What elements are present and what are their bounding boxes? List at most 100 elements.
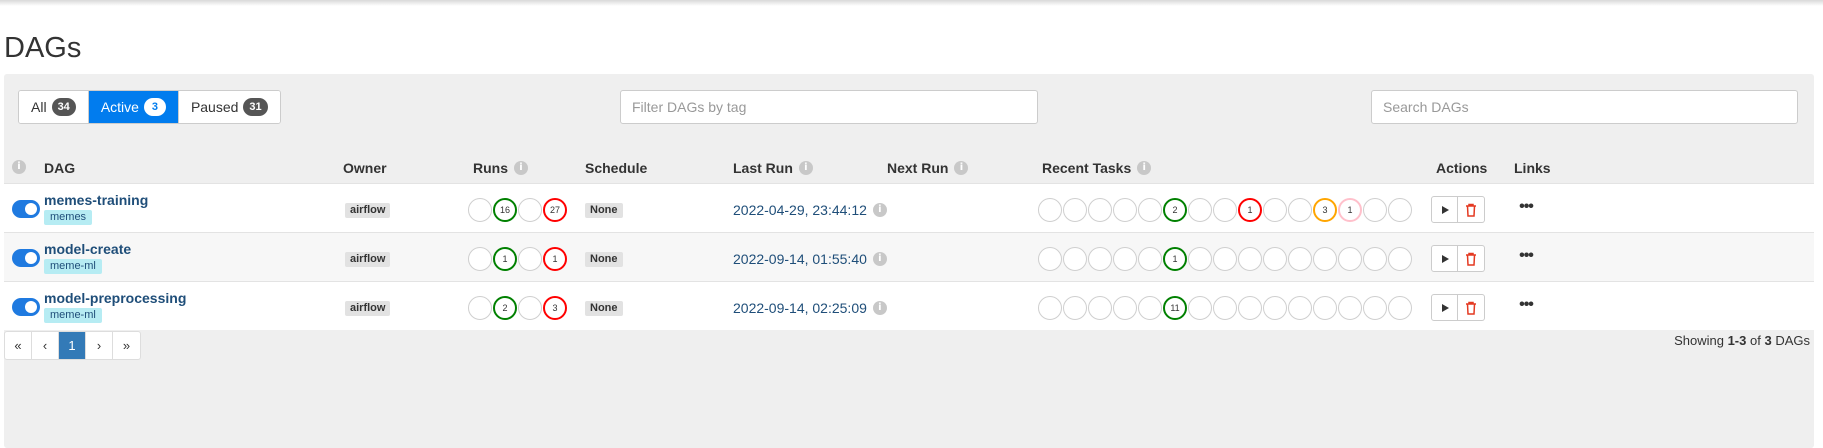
recent-tasks-status-circle[interactable] [1113, 247, 1137, 271]
recent-tasks-status-circle[interactable] [1388, 296, 1412, 320]
recent-tasks-status-circle[interactable] [1038, 247, 1062, 271]
play-icon [1441, 205, 1449, 214]
owner-badge[interactable]: airflow [345, 252, 391, 267]
recent-tasks-status-circle[interactable] [1038, 198, 1062, 222]
pause-toggle[interactable] [12, 200, 40, 218]
recent-tasks-status-circle[interactable] [1213, 198, 1237, 222]
table-row: memes-training memes airflow 16 27 None 2022-0… [4, 183, 1814, 232]
dag-link[interactable]: model-preprocessing [44, 290, 186, 306]
runs-status-circle[interactable]: 3 [543, 296, 567, 320]
recent-tasks-status-circle[interactable] [1138, 296, 1162, 320]
runs-status-circle[interactable] [468, 198, 492, 222]
more-icon[interactable]: ••• [1512, 296, 1540, 318]
recent-tasks-status-circle[interactable]: 2 [1163, 198, 1187, 222]
owner-badge[interactable]: airflow [345, 301, 391, 316]
more-icon[interactable]: ••• [1512, 247, 1540, 269]
recent-tasks-status-circle[interactable] [1263, 296, 1287, 320]
filter-all-button[interactable]: All 34 [19, 91, 89, 123]
recent-tasks-status-circle[interactable] [1238, 296, 1262, 320]
dag-tag[interactable]: meme-ml [44, 308, 102, 323]
trigger-dag-button[interactable] [1431, 196, 1458, 223]
runs-status-circle[interactable]: 1 [543, 247, 567, 271]
recent-tasks-status-circle[interactable] [1313, 296, 1337, 320]
runs-status-circle[interactable] [518, 247, 542, 271]
pause-toggle[interactable] [12, 298, 40, 316]
recent-tasks-status-circle[interactable] [1263, 247, 1287, 271]
header-dag[interactable]: DAG [44, 160, 75, 176]
recent-tasks-status-circle[interactable]: 3 [1313, 198, 1337, 222]
last-run-link[interactable]: 2022-09-14, 02:25:09 i [733, 300, 887, 316]
runs-status-circle[interactable] [468, 247, 492, 271]
filter-paused-button[interactable]: Paused 31 [178, 91, 280, 123]
runs-status-circle[interactable] [468, 296, 492, 320]
last-run-link[interactable]: 2022-04-29, 23:44:12 i [733, 202, 887, 218]
owner-badge[interactable]: airflow [345, 203, 391, 218]
page-next-button[interactable]: › [86, 332, 113, 359]
recent-tasks-status-circle[interactable] [1088, 198, 1112, 222]
recent-tasks-status-circle[interactable] [1288, 247, 1312, 271]
dag-tag[interactable]: memes [44, 210, 93, 225]
pause-toggle[interactable] [12, 249, 40, 267]
page-prev-button[interactable]: ‹ [32, 332, 59, 359]
search-dags-input[interactable] [1371, 90, 1798, 124]
trigger-dag-button[interactable] [1431, 294, 1458, 321]
recent-tasks-status-circle[interactable] [1188, 198, 1212, 222]
dag-link[interactable]: memes-training [44, 192, 148, 208]
recent-tasks-status-circle[interactable] [1388, 198, 1412, 222]
recent-tasks-status-circle[interactable] [1288, 198, 1312, 222]
recent-tasks-status-circle[interactable] [1363, 247, 1387, 271]
recent-tasks-status-circle[interactable] [1188, 247, 1212, 271]
recent-tasks-status-circle[interactable] [1213, 296, 1237, 320]
more-icon[interactable]: ••• [1512, 198, 1540, 220]
recent-tasks-status-circle[interactable] [1213, 247, 1237, 271]
recent-tasks-status-circle[interactable] [1063, 198, 1087, 222]
recent-tasks-status-circle[interactable] [1113, 296, 1137, 320]
trigger-dag-button[interactable] [1431, 245, 1458, 272]
delete-dag-button[interactable] [1458, 245, 1485, 272]
table-row: model-preprocessing meme-ml airflow 2 3 None 2… [4, 281, 1814, 330]
recent-tasks-status-circle[interactable] [1063, 247, 1087, 271]
delete-dag-button[interactable] [1458, 294, 1485, 321]
recent-tasks-status-circle[interactable] [1063, 296, 1087, 320]
dag-link[interactable]: model-create [44, 241, 131, 257]
page-last-button[interactable]: » [113, 332, 140, 359]
recent-tasks-status-circle[interactable]: 11 [1163, 296, 1187, 320]
recent-tasks-status-circle[interactable] [1088, 296, 1112, 320]
recent-tasks-status-circle[interactable] [1138, 247, 1162, 271]
page-first-button[interactable]: « [5, 332, 32, 359]
delete-dag-button[interactable] [1458, 196, 1485, 223]
recent-tasks-status-circle[interactable]: 1 [1338, 198, 1362, 222]
page-current-button[interactable]: 1 [59, 332, 86, 359]
runs-status-circle[interactable]: 27 [543, 198, 567, 222]
recent-tasks-status-circle[interactable] [1338, 247, 1362, 271]
filter-active-button[interactable]: Active 3 [88, 91, 179, 123]
recent-tasks-status-circle[interactable] [1363, 296, 1387, 320]
header-owner[interactable]: Owner [343, 160, 387, 176]
recent-tasks-status-circle[interactable]: 1 [1163, 247, 1187, 271]
recent-tasks-status-circle[interactable] [1388, 247, 1412, 271]
recent-tasks-status-circle[interactable] [1288, 296, 1312, 320]
info-icon: i [954, 161, 969, 175]
recent-tasks-status-circle[interactable] [1363, 198, 1387, 222]
runs-status-circle[interactable] [518, 198, 542, 222]
recent-tasks-status-circle[interactable] [1338, 296, 1362, 320]
runs-status-circle[interactable]: 2 [493, 296, 517, 320]
dag-tag[interactable]: meme-ml [44, 259, 102, 274]
recent-tasks-status-circle[interactable] [1088, 247, 1112, 271]
recent-tasks-status-circle[interactable] [1313, 247, 1337, 271]
recent-tasks-status-circle[interactable] [1263, 198, 1287, 222]
filter-all-label: All [31, 99, 47, 115]
runs-status-circle[interactable]: 1 [493, 247, 517, 271]
recent-tasks-status-circle[interactable] [1113, 198, 1137, 222]
recent-tasks-status-circle[interactable] [1188, 296, 1212, 320]
runs-status-circle[interactable] [518, 296, 542, 320]
recent-tasks-status-circle[interactable] [1138, 198, 1162, 222]
last-run-link[interactable]: 2022-09-14, 01:55:40 i [733, 251, 887, 267]
recent-tasks-status-circle[interactable] [1238, 247, 1262, 271]
filter-paused-label: Paused [190, 99, 239, 115]
header-runs: Runs i [473, 160, 528, 176]
recent-tasks-status-circle[interactable]: 1 [1238, 198, 1262, 222]
recent-tasks-status-circle[interactable] [1038, 296, 1062, 320]
tag-filter-input[interactable] [620, 90, 1038, 124]
runs-status-circle[interactable]: 16 [493, 198, 517, 222]
